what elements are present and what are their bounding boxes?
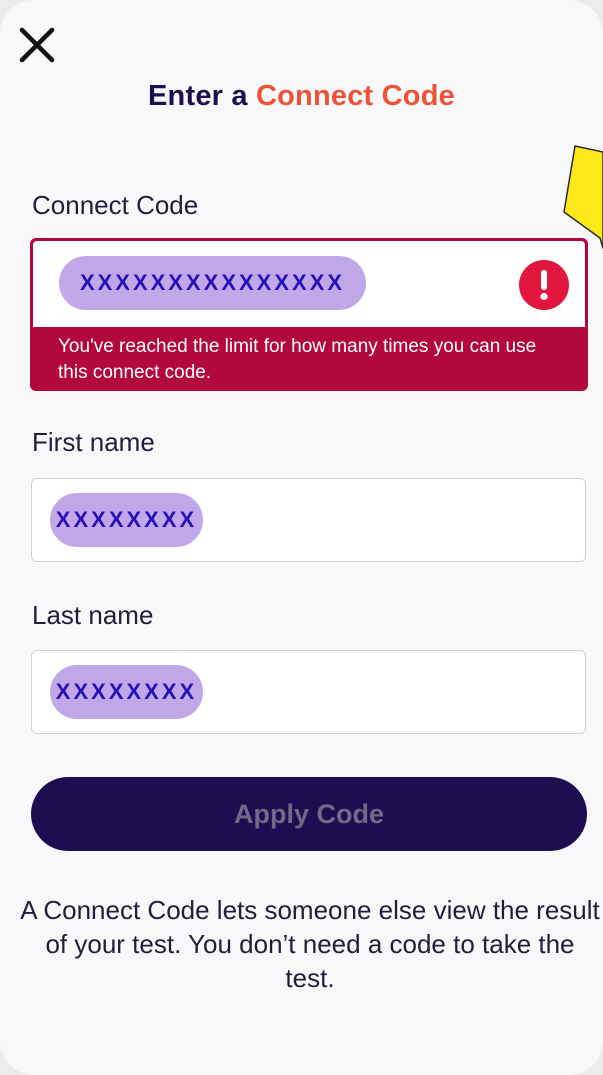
last-name-label: Last name xyxy=(32,600,154,630)
first-name-value: XXXXXXXX xyxy=(50,493,203,547)
last-name-value: XXXXXXXX xyxy=(50,665,203,719)
connect-code-explanation: A Connect Code lets someone else view th… xyxy=(20,895,600,993)
connect-code-value: XXXXXXXXXXXXXXX xyxy=(59,256,366,310)
exclamation-icon xyxy=(519,260,569,310)
connect-code-field-error: XXXXXXXXXXXXXXX You've reached the limit… xyxy=(30,238,588,391)
title-prefix: Enter a xyxy=(148,80,256,112)
first-name-input[interactable]: XXXXXXXX xyxy=(31,478,586,562)
first-name-label: First name xyxy=(32,427,155,457)
close-button[interactable] xyxy=(18,26,56,64)
connect-code-input[interactable]: XXXXXXXXXXXXXXX xyxy=(33,241,585,327)
page-title: Enter a Connect Code xyxy=(0,80,603,113)
last-name-input[interactable]: XXXXXXXX xyxy=(31,650,586,734)
title-accent: Connect Code xyxy=(256,80,455,112)
close-x-icon xyxy=(19,27,55,63)
apply-code-button[interactable]: Apply Code xyxy=(31,777,587,851)
connect-code-screen: Enter a Connect Code Connect Code XXXXXX… xyxy=(0,0,603,1075)
callout-star-icon xyxy=(563,145,603,249)
connect-code-error-message: You've reached the limit for how many ti… xyxy=(58,336,537,383)
connect-code-label: Connect Code xyxy=(32,190,199,220)
